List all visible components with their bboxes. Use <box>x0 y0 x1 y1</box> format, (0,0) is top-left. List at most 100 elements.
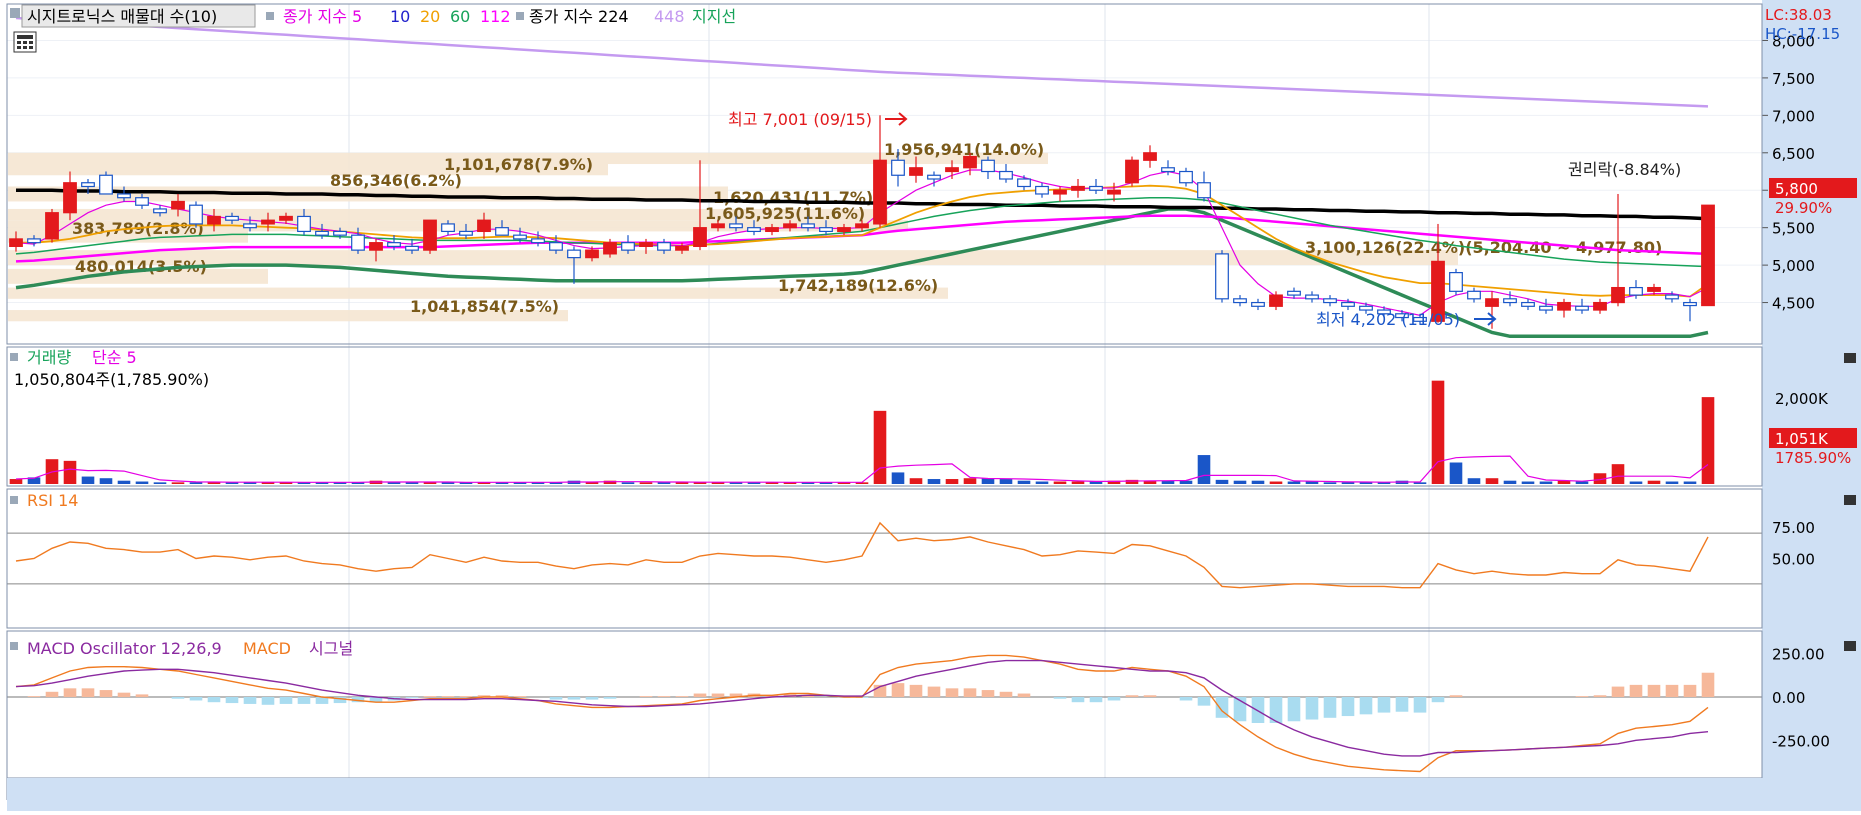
candle-body[interactable] <box>549 242 563 251</box>
candle-body[interactable] <box>657 242 671 251</box>
candle-body[interactable] <box>1269 294 1283 307</box>
candle-body[interactable] <box>1179 170 1193 184</box>
candle-body[interactable] <box>837 227 851 233</box>
volume-bar[interactable] <box>1323 482 1337 484</box>
volume-bar[interactable] <box>891 472 905 484</box>
candle-body[interactable] <box>999 170 1013 180</box>
candle-body[interactable] <box>1485 298 1499 307</box>
candle-body[interactable] <box>765 227 779 233</box>
candle-body[interactable] <box>45 212 59 240</box>
candle-body[interactable] <box>441 223 455 233</box>
panel-maximize-icon[interactable] <box>1844 641 1856 651</box>
candle-body[interactable] <box>1089 185 1103 191</box>
candle-body[interactable] <box>1467 290 1481 300</box>
volume-bar[interactable] <box>1449 462 1463 484</box>
volume-bar[interactable] <box>1269 481 1283 484</box>
volume-bar[interactable] <box>1035 481 1049 484</box>
candle-body[interactable] <box>1647 286 1661 292</box>
candle-body[interactable] <box>1161 167 1175 173</box>
candle-body[interactable] <box>891 159 905 176</box>
volume-bar[interactable] <box>1647 480 1661 484</box>
candle-body[interactable] <box>99 174 113 195</box>
candle-body[interactable] <box>1143 152 1157 161</box>
volume-bar[interactable] <box>9 479 23 484</box>
candle-body[interactable] <box>1215 253 1229 300</box>
candle-body[interactable] <box>783 223 797 229</box>
volume-bar[interactable] <box>1629 481 1643 484</box>
candle-body[interactable] <box>981 159 995 173</box>
candle-body[interactable] <box>1017 178 1031 188</box>
candle-body[interactable] <box>1305 294 1319 300</box>
chart-canvas[interactable]: 1,101,678(7.9%)856,346(6.2%)383,789(2.8%… <box>0 0 1861 811</box>
volume-bar[interactable] <box>1017 480 1031 484</box>
volume-bar[interactable] <box>1251 480 1265 484</box>
candle-body[interactable] <box>1575 305 1589 311</box>
candle-body[interactable] <box>207 215 221 225</box>
candle-body[interactable] <box>1701 204 1715 307</box>
candle-body[interactable] <box>63 182 77 214</box>
candle-body[interactable] <box>675 245 689 251</box>
candle-body[interactable] <box>423 219 437 251</box>
candle-body[interactable] <box>1107 189 1121 195</box>
volume-bar[interactable] <box>999 479 1013 484</box>
candle-body[interactable] <box>639 242 653 247</box>
volume-bar[interactable] <box>1683 481 1697 484</box>
volume-bar[interactable] <box>927 479 941 484</box>
candle-body[interactable] <box>27 238 41 244</box>
volume-bar[interactable] <box>1071 481 1085 484</box>
candle-body[interactable] <box>747 227 761 233</box>
volume-bar[interactable] <box>117 480 131 484</box>
candle-body[interactable] <box>1611 286 1625 304</box>
panel-maximize-icon[interactable] <box>1844 495 1856 505</box>
volume-bar[interactable] <box>153 482 167 484</box>
candle-body[interactable] <box>1539 305 1553 311</box>
candle-body[interactable] <box>603 242 617 255</box>
volume-bar[interactable] <box>1503 480 1517 484</box>
volume-bar[interactable] <box>1179 480 1193 484</box>
volume-bar[interactable] <box>171 482 185 484</box>
candle-body[interactable] <box>711 223 725 229</box>
volume-bar[interactable] <box>909 478 923 484</box>
volume-bar[interactable] <box>63 460 77 484</box>
candle-body[interactable] <box>225 215 239 221</box>
candle-body[interactable] <box>477 219 491 233</box>
candle-body[interactable] <box>135 197 149 206</box>
volume-bar[interactable] <box>99 478 113 484</box>
candle-body[interactable] <box>189 204 203 225</box>
volume-bar[interactable] <box>1485 478 1499 484</box>
volume-bar[interactable] <box>1341 482 1355 484</box>
candle-body[interactable] <box>1053 189 1067 195</box>
volume-bar[interactable] <box>639 482 653 484</box>
volume-bar[interactable] <box>1665 481 1679 484</box>
candle-body[interactable] <box>1341 301 1355 307</box>
panel-toggle-icon[interactable] <box>10 642 18 650</box>
volume-bar[interactable] <box>1431 380 1445 484</box>
candle-body[interactable] <box>909 167 923 176</box>
volume-bar[interactable] <box>1611 464 1625 484</box>
volume-bar[interactable] <box>1575 481 1589 484</box>
candle-body[interactable] <box>117 193 131 199</box>
candle-body[interactable] <box>693 227 707 247</box>
candle-body[interactable] <box>153 208 167 214</box>
candle-body[interactable] <box>369 242 383 251</box>
candle-body[interactable] <box>297 215 311 233</box>
candle-body[interactable] <box>945 167 959 173</box>
candle-body[interactable] <box>1323 298 1337 304</box>
candle-body[interactable] <box>81 182 95 188</box>
candle-body[interactable] <box>1125 159 1139 184</box>
candle-body[interactable] <box>261 219 275 225</box>
volume-bar[interactable] <box>1701 397 1715 484</box>
volume-bar[interactable] <box>621 482 635 484</box>
candle-body[interactable] <box>1629 286 1643 296</box>
candle-body[interactable] <box>1287 290 1301 296</box>
panel-toggle-icon[interactable] <box>10 496 18 504</box>
candle-body[interactable] <box>855 223 869 229</box>
volume-bar[interactable] <box>1521 481 1535 484</box>
volume-bar[interactable] <box>963 478 977 484</box>
stock-chart[interactable]: 1,101,678(7.9%) 856,346(6.2%) 383,789(2.8%… <box>0 0 1861 811</box>
volume-bar[interactable] <box>873 410 887 484</box>
candle-body[interactable] <box>1557 301 1571 311</box>
candle-body[interactable] <box>819 227 833 233</box>
candle-body[interactable] <box>873 159 887 225</box>
candle-body[interactable] <box>315 230 329 236</box>
